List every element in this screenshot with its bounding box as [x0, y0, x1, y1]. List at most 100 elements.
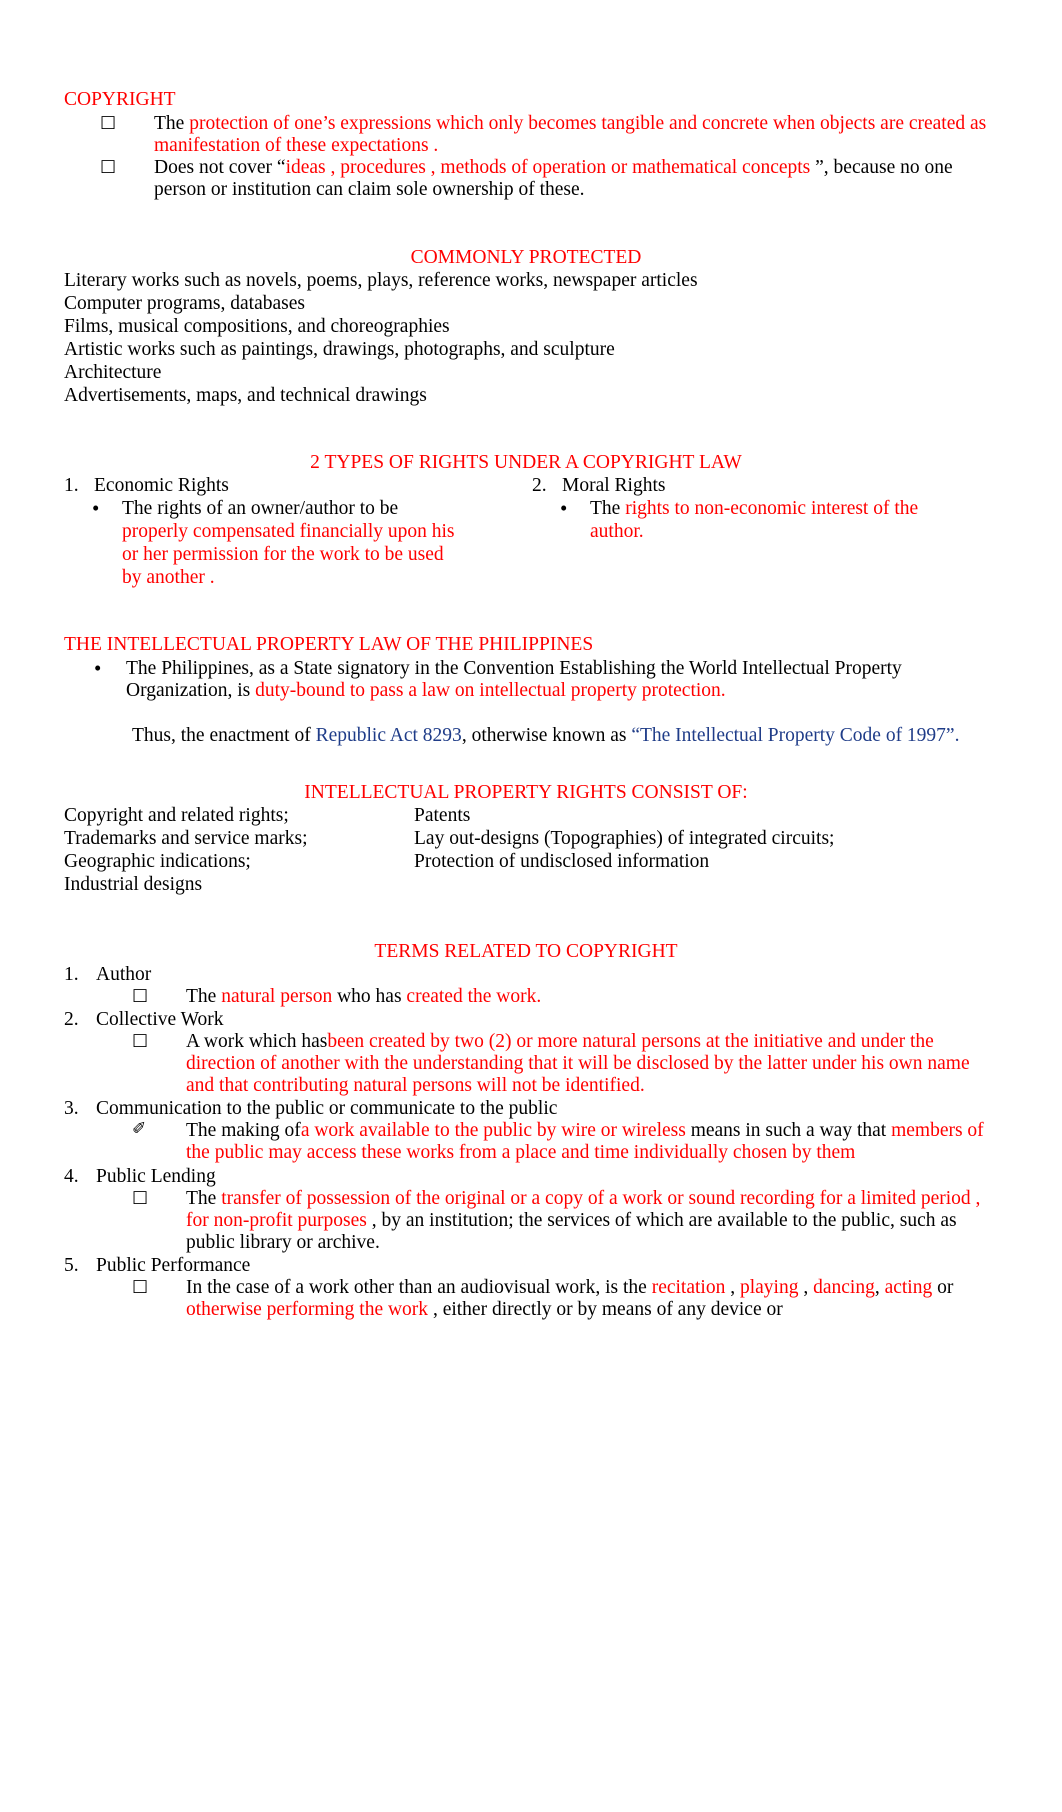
text-run: “The Intellectual Property Code of 1997”… [631, 724, 960, 746]
text-run: and that contributing natural persons wi… [186, 1075, 645, 1097]
list-item: 2. Collective Work □ A work which hasbee… [64, 1008, 988, 1097]
text-run: Thus, the enactment of [132, 724, 316, 746]
section-heading-commonly-protected: COMMONLY PROTECTED [410, 246, 642, 268]
column-moral-rights: 2. Moral Rights • The rights to non-econ… [526, 474, 988, 589]
text-run: Does not cover “ [154, 157, 286, 179]
bullet-text: In the case of a work other than an audi… [186, 1277, 953, 1320]
table-cell-right: Protection of undisclosed information [414, 850, 710, 872]
list-item: □ The protection of one’s expressions wh… [100, 112, 988, 157]
column-title-label: Economic Rights [94, 474, 229, 496]
term-title: Communication to the public or communica… [96, 1098, 558, 1120]
list-number: 1. [64, 474, 79, 496]
text-run: properly compensated financially upon hi… [122, 520, 455, 588]
types-of-rights-columns: 1. Economic Rights • The rights of an ow… [64, 474, 988, 589]
term-title: Public Lending [96, 1165, 216, 1187]
text-run: , either directly or by means of any dev… [428, 1299, 783, 1320]
text-run: rights to non-economic interest of the a… [590, 497, 919, 542]
text-run: been created by two (2) or more natural … [327, 1030, 823, 1052]
bullet-text: The protection of one’s expressions whic… [154, 113, 986, 156]
list-item: □ In the case of a work other than an au… [132, 1275, 988, 1321]
text-run: , [798, 1276, 814, 1298]
text-run: who has [332, 985, 407, 1007]
term-sub-list: ✐ The making ofa work available to the p… [96, 1119, 988, 1164]
text-run: The [154, 113, 190, 134]
list-item: Architecture [64, 361, 162, 383]
document-page: COPYRIGHT □ The protection of one’s expr… [0, 0, 1062, 1812]
commonly-protected-list: Literary works such as novels, poems, pl… [64, 269, 988, 407]
text-run: The [186, 985, 222, 1007]
text-run: created the work. [406, 985, 542, 1007]
bullet-text: A work which hasbeen created by two (2) … [186, 1031, 970, 1096]
section-heading-ip-law: THE INTELLECTUAL PROPERTY LAW OF THE PHI… [64, 633, 594, 655]
bullet-text: The making ofa work available to the pub… [186, 1120, 984, 1163]
wingding-bullet-icon: □ [132, 1275, 149, 1296]
text-run: In the case of a work other than an audi… [186, 1276, 652, 1298]
term-sub-list: □ In the case of a work other than an au… [96, 1275, 988, 1321]
list-item: □ A work which hasbeen created by two (2… [132, 1029, 988, 1097]
column-title-label: Moral Rights [562, 474, 666, 496]
ip-law-bullet-list: • The Philippines, as a State signatory … [64, 655, 988, 702]
list-item: □ Does not cover “ideas , procedures , m… [100, 156, 988, 201]
text-run: ideas , procedures , methods of operatio… [285, 157, 811, 179]
wingding-bullet-icon: □ [100, 156, 117, 177]
text-run: a work available to the public by wire o… [300, 1120, 686, 1142]
text-run: acting [884, 1276, 933, 1298]
wingding-bullet-icon: □ [132, 984, 149, 1005]
list-item: 4. Public Lending □ The transfer of poss… [64, 1165, 988, 1254]
dot-bullet-icon: • [94, 655, 102, 680]
bullet-text: The rights of an owner/author to be prop… [122, 498, 455, 588]
text-run: The [186, 1187, 222, 1209]
page-title: COPYRIGHT [64, 89, 176, 110]
text-run: natural person [221, 985, 333, 1007]
term-sub-list: □ The natural person who has created the… [96, 984, 988, 1008]
table-cell-left: Copyright and related rights; [64, 804, 289, 826]
list-item: Films, musical compositions, and choreog… [64, 315, 450, 337]
text-run: The rights of an owner/author to be [122, 497, 399, 519]
bullet-text: The rights to non-economic interest of t… [590, 498, 918, 542]
term-title: Public Performance [96, 1254, 251, 1276]
wingding-bullet-icon: □ [100, 112, 117, 132]
section-heading-ip-rights: INTELLECTUAL PROPERTY RIGHTS CONSIST OF: [304, 781, 748, 803]
dot-bullet-icon: • [92, 495, 100, 520]
section-heading-types-of-rights: 2 TYPES OF RIGHTS UNDER A COPYRIGHT LAW [310, 451, 742, 473]
bullet-text: The natural person who has created the w… [186, 986, 541, 1007]
text-run: means in such a way that [685, 1120, 892, 1142]
table-cell-left: Industrial designs [64, 873, 203, 895]
term-sub-list: □ A work which hasbeen created by two (2… [96, 1029, 988, 1097]
column-title: 2. Moral Rights [532, 474, 988, 497]
text-run: otherwise performing the work [186, 1299, 429, 1320]
table-cell-right [414, 873, 988, 896]
list-item: Literary works such as novels, poems, pl… [64, 269, 698, 291]
list-number: 2. [532, 474, 547, 496]
text-run: Republic Act 8293 [315, 724, 462, 746]
terms-list: 1. Author □ The natural person who has c… [64, 963, 988, 1321]
bullet-text: Does not cover “ideas , procedures , met… [154, 157, 953, 200]
bullet-text: The Philippines, as a State signatory in… [126, 658, 902, 701]
text-run: dancing [813, 1276, 875, 1298]
text-run: . [204, 566, 215, 588]
list-item: Advertisements, maps, and technical draw… [64, 384, 427, 406]
text-run: A work which has [186, 1030, 328, 1052]
text-run: duty-bound to pass a law on intellectual… [255, 679, 726, 701]
table-cell-left: Geographic indications; [64, 850, 251, 872]
column-economic-rights: 1. Economic Rights • The rights of an ow… [64, 474, 526, 589]
wingding-bullet-icon: □ [132, 1029, 149, 1050]
text-run: , [874, 1276, 885, 1298]
list-item: 3. Communication to the public or commun… [64, 1097, 988, 1164]
list-item: ✐ The making ofa work available to the p… [132, 1119, 988, 1164]
table-cell-right: Patents [414, 804, 471, 826]
copyright-bullet-list: □ The protection of one’s expressions wh… [64, 112, 988, 202]
term-title: Author [96, 963, 152, 985]
text-run: , [725, 1276, 740, 1298]
text-run: . [428, 135, 439, 157]
list-item: 5. Public Performance □ In the case of a… [64, 1254, 988, 1321]
list-item: 1. Author □ The natural person who has c… [64, 963, 988, 1008]
pen-bullet-icon: ✐ [132, 1119, 147, 1140]
ip-law-paragraph: Thus, the enactment of Republic Act 8293… [64, 724, 988, 747]
list-item: □ The natural person who has created the… [132, 984, 988, 1008]
list-number: 3. [64, 1098, 79, 1120]
text-run: recitation [651, 1276, 726, 1298]
bullet-text: The transfer of possession of the origin… [186, 1188, 980, 1253]
text-run: The making of [186, 1120, 301, 1142]
list-item: □ The transfer of possession of the orig… [132, 1187, 988, 1254]
